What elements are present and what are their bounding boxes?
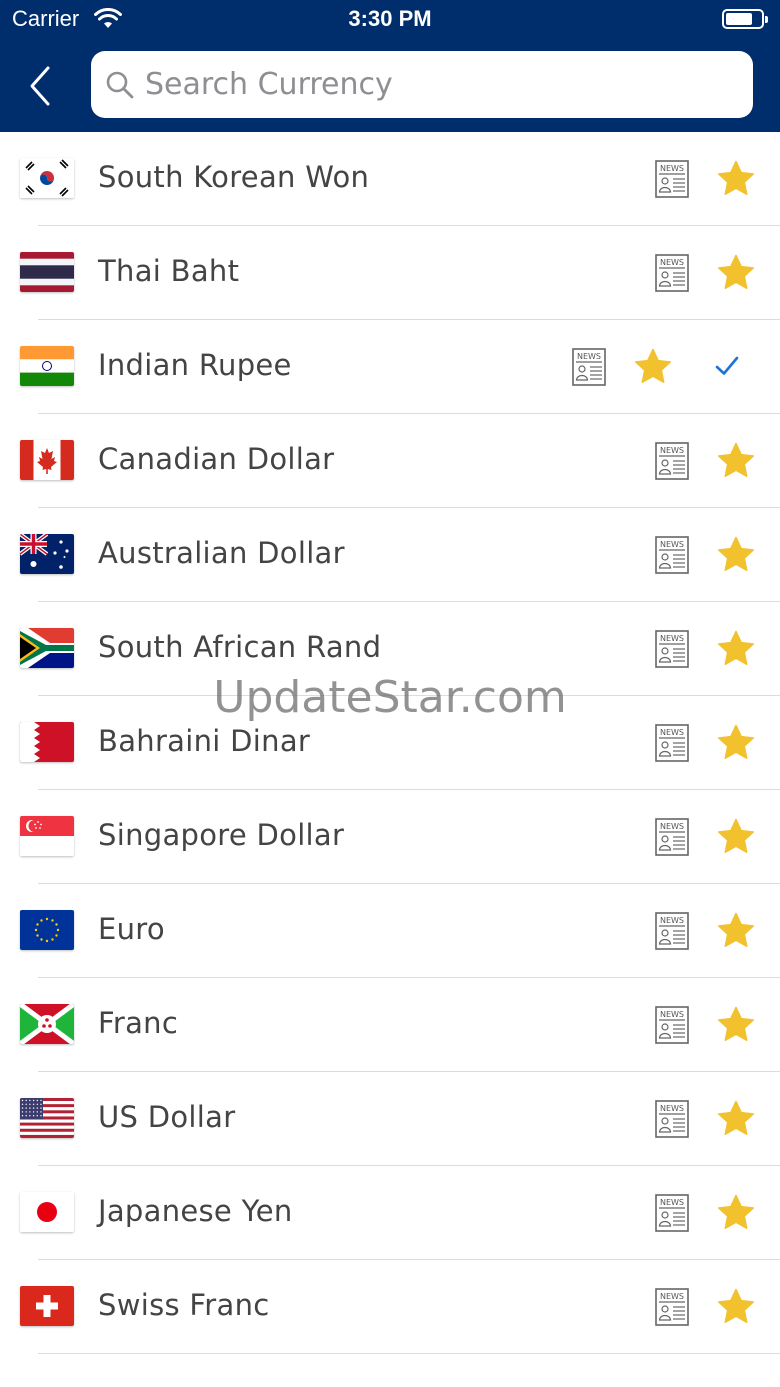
svg-text:NEWS: NEWS <box>660 1104 684 1113</box>
news-icon[interactable]: NEWS <box>655 912 689 950</box>
svg-text:NEWS: NEWS <box>660 1198 684 1207</box>
star-icon[interactable] <box>716 1287 756 1327</box>
flag-icon <box>20 1004 74 1044</box>
flag-icon <box>20 1192 74 1232</box>
svg-text:NEWS: NEWS <box>660 1010 684 1019</box>
flag-icon <box>20 346 74 386</box>
currency-name: Australian Dollar <box>98 536 345 570</box>
news-icon[interactable]: NEWS <box>655 724 689 762</box>
flag-icon <box>20 158 74 198</box>
search-input[interactable] <box>145 59 735 109</box>
flag-icon <box>20 440 74 480</box>
star-icon[interactable] <box>633 347 673 387</box>
currency-row[interactable]: Franc NEWS <box>0 978 780 1072</box>
star-icon[interactable] <box>716 817 756 857</box>
svg-text:NEWS: NEWS <box>660 822 684 831</box>
currency-row[interactable]: Canadian Dollar NEWS <box>0 414 780 508</box>
currency-row[interactable]: Japanese Yen NEWS <box>0 1166 780 1260</box>
currency-name: Franc <box>98 1006 179 1040</box>
svg-text:NEWS: NEWS <box>660 540 684 549</box>
news-icon[interactable]: NEWS <box>655 254 689 292</box>
currency-row[interactable]: South African Rand NEWS <box>0 602 780 696</box>
flag-icon <box>20 1098 74 1138</box>
news-icon[interactable]: NEWS <box>655 818 689 856</box>
news-icon[interactable]: NEWS <box>655 536 689 574</box>
currency-row[interactable]: South Korean Won NEWS <box>0 132 780 226</box>
svg-text:NEWS: NEWS <box>660 728 684 737</box>
currency-name: Thai Baht <box>98 254 240 288</box>
star-icon[interactable] <box>716 253 756 293</box>
news-icon[interactable]: NEWS <box>655 630 689 668</box>
svg-text:NEWS: NEWS <box>660 164 684 173</box>
svg-text:NEWS: NEWS <box>660 634 684 643</box>
flag-icon <box>20 816 74 856</box>
star-icon[interactable] <box>716 1005 756 1045</box>
currency-row[interactable]: Euro NEWS <box>0 884 780 978</box>
chevron-left-icon <box>30 66 50 106</box>
flag-icon <box>20 534 74 574</box>
news-icon[interactable]: NEWS <box>655 1194 689 1232</box>
news-icon[interactable]: NEWS <box>655 1100 689 1138</box>
checkmark-icon <box>714 353 740 379</box>
currency-row[interactable]: Swiss Franc NEWS <box>0 1260 780 1354</box>
star-icon[interactable] <box>716 1099 756 1139</box>
currency-row[interactable]: Singapore Dollar NEWS <box>0 790 780 884</box>
svg-text:NEWS: NEWS <box>660 258 684 267</box>
currency-name: Japanese Yen <box>98 1194 293 1228</box>
news-icon[interactable]: NEWS <box>655 160 689 198</box>
currency-list: South Korean Won NEWS Thai Baht NEWS Ind… <box>0 132 780 1354</box>
row-divider <box>38 1353 780 1354</box>
star-icon[interactable] <box>716 723 756 763</box>
clock: 3:30 PM <box>348 6 432 31</box>
news-icon[interactable]: NEWS <box>655 1288 689 1326</box>
currency-name: South African Rand <box>98 630 382 664</box>
flag-icon <box>20 1286 74 1326</box>
star-icon[interactable] <box>716 535 756 575</box>
svg-text:NEWS: NEWS <box>660 916 684 925</box>
currency-row[interactable]: US Dollar NEWS <box>0 1072 780 1166</box>
search-bar[interactable] <box>91 51 753 118</box>
news-icon[interactable]: NEWS <box>655 1006 689 1044</box>
star-icon[interactable] <box>716 629 756 669</box>
currency-name: Bahraini Dinar <box>98 724 311 758</box>
news-icon[interactable]: NEWS <box>655 442 689 480</box>
currency-name: South Korean Won <box>98 160 370 194</box>
status-bar: Carrier 3:30 PM <box>0 0 780 40</box>
news-icon[interactable]: NEWS <box>572 348 606 386</box>
currency-name: Canadian Dollar <box>98 442 335 476</box>
star-icon[interactable] <box>716 1193 756 1233</box>
currency-name: US Dollar <box>98 1100 236 1134</box>
flag-icon <box>20 910 74 950</box>
currency-name: Indian Rupee <box>98 348 292 382</box>
svg-text:NEWS: NEWS <box>660 1292 684 1301</box>
flag-icon <box>20 722 74 762</box>
flag-icon <box>20 628 74 668</box>
currency-row[interactable]: Australian Dollar NEWS <box>0 508 780 602</box>
search-icon <box>105 70 135 104</box>
flag-icon <box>20 252 74 292</box>
star-icon[interactable] <box>716 441 756 481</box>
battery-icon <box>722 9 768 29</box>
navigation-bar: Carrier 3:30 PM <box>0 0 780 132</box>
currency-name: Euro <box>98 912 165 946</box>
svg-text:NEWS: NEWS <box>577 352 601 361</box>
currency-name: Singapore Dollar <box>98 818 345 852</box>
star-icon[interactable] <box>716 911 756 951</box>
currency-row[interactable]: Bahraini Dinar NEWS <box>0 696 780 790</box>
star-icon[interactable] <box>716 159 756 199</box>
currency-name: Swiss Franc <box>98 1288 270 1322</box>
currency-row[interactable]: Indian Rupee NEWS <box>0 320 780 414</box>
svg-text:NEWS: NEWS <box>660 446 684 455</box>
currency-row[interactable]: Thai Baht NEWS <box>0 226 780 320</box>
back-button[interactable] <box>22 62 62 110</box>
